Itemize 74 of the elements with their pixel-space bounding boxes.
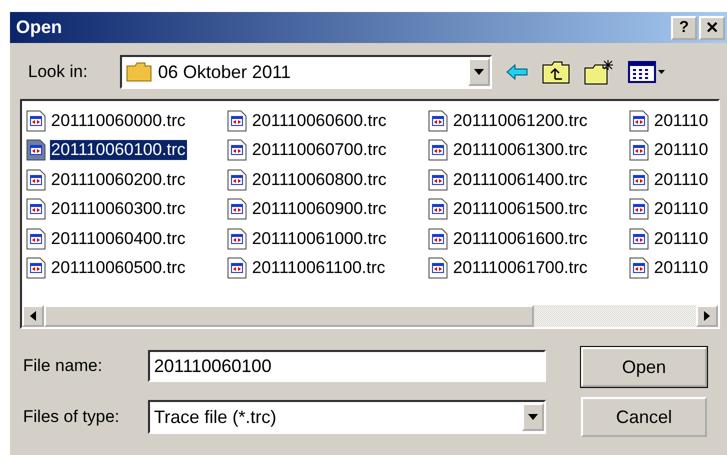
file-item[interactable]: 201110060800.trc <box>251 170 388 190</box>
file-item[interactable]: 201110 <box>653 110 710 131</box>
look-in-dropdown[interactable]: 06 Oktober 2011 <box>120 55 492 89</box>
file-type-dropdown[interactable]: Trace file (*.trc) <box>148 400 546 434</box>
file-item[interactable]: 201110060000.trc <box>50 110 187 131</box>
file-name-label: File name: <box>23 356 104 376</box>
file-icon <box>26 198 46 220</box>
file-item[interactable]: 201110060200.trc <box>50 170 187 190</box>
caret-icon <box>474 69 484 75</box>
file-icon <box>26 168 46 191</box>
file-icon <box>227 168 247 191</box>
file-icon <box>629 257 649 280</box>
file-item[interactable]: 201110061400.trc <box>452 170 589 190</box>
new-folder-icon[interactable] <box>584 59 614 85</box>
file-icon <box>428 198 448 220</box>
file-item[interactable]: 201110060600.trc <box>251 110 388 131</box>
up-folder-icon[interactable] <box>542 60 570 84</box>
file-item[interactable]: 201110060400.trc <box>50 228 187 249</box>
file-icon <box>428 139 448 162</box>
caret-icon <box>528 414 538 420</box>
file-icon <box>26 228 46 250</box>
dropdown-button[interactable] <box>522 403 544 431</box>
file-icon <box>629 110 649 132</box>
file-item[interactable]: 201110061300.trc <box>452 140 589 160</box>
file-icon <box>26 139 46 162</box>
horizontal-scrollbar[interactable] <box>22 305 718 327</box>
window-title: Open <box>16 17 62 38</box>
open-button[interactable]: Open <box>581 347 707 387</box>
file-item[interactable]: 201110 <box>653 228 710 249</box>
file-item[interactable]: 201110061500.trc <box>452 199 589 220</box>
look-in-label: Look in: <box>28 62 89 82</box>
file-icon <box>26 257 46 280</box>
file-item[interactable]: 201110060100.trc <box>50 140 187 160</box>
file-item[interactable]: 201110 <box>653 258 710 278</box>
file-item[interactable]: 201110060500.trc <box>50 258 187 278</box>
file-icon <box>629 228 649 250</box>
file-icon <box>227 110 247 132</box>
file-icon <box>428 228 448 250</box>
folder-icon <box>126 62 152 82</box>
file-item[interactable]: 201110061200.trc <box>452 110 589 131</box>
file-item[interactable]: 201110060700.trc <box>251 140 388 160</box>
file-icon <box>227 198 247 220</box>
file-icon <box>227 257 247 280</box>
file-icon <box>629 168 649 191</box>
file-item[interactable]: 201110060300.trc <box>50 199 187 220</box>
file-item[interactable]: 201110060900.trc <box>251 199 388 220</box>
close-button[interactable]: ✕ <box>699 16 725 40</box>
scroll-right-button[interactable] <box>696 305 718 327</box>
file-item[interactable]: 201110061600.trc <box>452 228 589 249</box>
scroll-left-button[interactable] <box>22 305 44 327</box>
help-button[interactable]: ? <box>671 16 697 40</box>
file-item[interactable]: 201110 <box>653 170 710 190</box>
file-type-label: Files of type: <box>23 407 120 427</box>
file-icon <box>26 110 46 132</box>
file-icon <box>428 168 448 191</box>
view-menu-icon[interactable] <box>628 60 666 84</box>
file-icon <box>629 198 649 220</box>
dropdown-button[interactable] <box>468 58 490 86</box>
file-item[interactable]: 201110061700.trc <box>452 258 589 278</box>
file-icon <box>428 257 448 280</box>
file-item[interactable]: 201110061000.trc <box>251 228 388 249</box>
right-arrow-icon <box>704 311 710 321</box>
back-arrow-icon[interactable] <box>506 64 528 80</box>
file-icon <box>227 139 247 162</box>
cancel-button[interactable]: Cancel <box>581 397 707 437</box>
scroll-thumb[interactable] <box>44 305 534 327</box>
file-item[interactable]: 201110 <box>653 140 710 160</box>
file-item[interactable]: 201110061100.trc <box>251 258 386 278</box>
file-icon <box>227 228 247 250</box>
file-item[interactable]: 201110 <box>653 199 710 220</box>
file-name-field[interactable]: 201110060100 <box>148 350 546 382</box>
file-icon <box>629 139 649 162</box>
left-arrow-icon <box>30 311 36 321</box>
file-icon <box>428 110 448 132</box>
